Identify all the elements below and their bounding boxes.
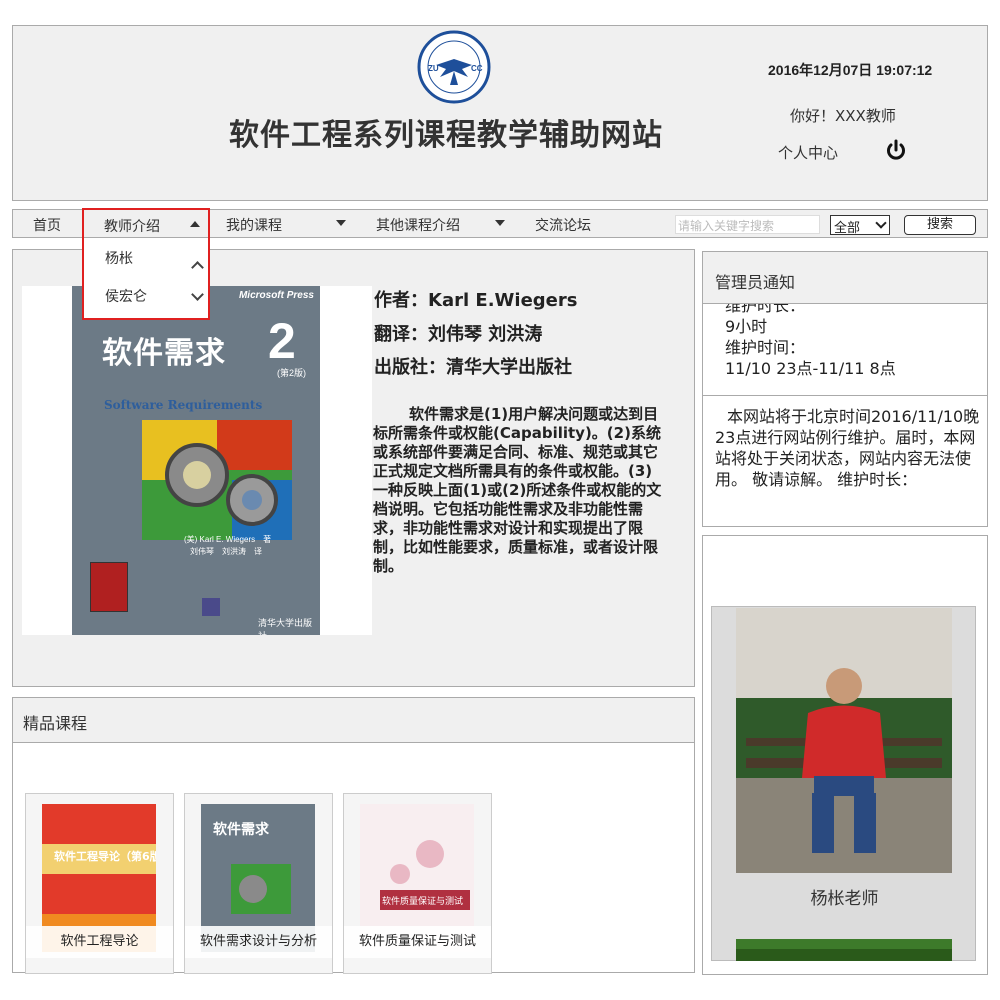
nav-home[interactable]: 首页 xyxy=(33,215,61,235)
logo-text-left: ZU xyxy=(428,64,439,73)
search-scope-select[interactable]: 全部 xyxy=(830,215,890,236)
search-input[interactable]: 请输入关键字搜索 xyxy=(675,215,820,234)
current-datetime: 2016年12月07日 19:07:12 xyxy=(768,62,933,78)
publisher-logo-icon xyxy=(202,598,220,616)
cover-edition-number: 2 xyxy=(268,313,296,369)
nav-my-courses[interactable]: 我的课程 xyxy=(226,215,282,235)
logo-text-right: CC xyxy=(471,64,483,73)
nav-teachers[interactable]: 教师介绍 xyxy=(84,210,208,239)
caret-down-icon[interactable] xyxy=(495,220,505,226)
award-badge-icon xyxy=(90,562,128,612)
featured-courses-title: 精品课程 xyxy=(23,714,88,733)
dropdown-item-teacher[interactable]: 杨枨 xyxy=(105,248,133,268)
course-cover-title: 软件工程导论（第6版） xyxy=(54,849,156,863)
book-publisher: 出版社：清华大学出版社 xyxy=(374,357,572,378)
cover-brand: Microsoft Press xyxy=(238,290,314,301)
nav-teachers-label: 教师介绍 xyxy=(104,219,160,235)
notice-line: 11/10 23点-11/11 8点 xyxy=(725,359,896,378)
notice-body: 本网站将于北京时间2016/11/10晚23点进行网站例行维护。届时，本网站将处… xyxy=(715,407,980,489)
caret-down-icon[interactable] xyxy=(336,220,346,226)
course-cover-title: 软件质量保证与测试 xyxy=(382,895,463,907)
book-cover-image[interactable]: Microsoft Press 软件需求 2 (第2版) Software Re… xyxy=(72,286,320,635)
book-translator: 翻译：刘伟琴 刘洪涛 xyxy=(374,324,543,345)
teacher-card[interactable]: 杨枨老师 xyxy=(711,606,976,961)
site-header: ZU CC 软件工程系列课程教学辅助网站 2016年12月07日 19:07:1… xyxy=(12,25,988,201)
cover-title: 软件需求 xyxy=(102,336,226,371)
nav-other-courses[interactable]: 其他课程介绍 xyxy=(376,215,460,235)
teacher-photo-next xyxy=(736,939,952,961)
power-icon[interactable] xyxy=(885,139,907,161)
user-greeting: 你好！XXX教师 xyxy=(790,107,896,125)
cover-translators: 刘伟琴 刘洪涛 译 xyxy=(190,547,262,556)
admin-notice-header: 管理员通知 xyxy=(703,252,987,304)
gears-illustration xyxy=(142,420,292,540)
cover-subtitle: Software Requirements xyxy=(104,398,263,412)
site-title: 软件工程系列课程教学辅助网站 xyxy=(229,118,663,153)
teacher-photo xyxy=(736,608,952,873)
nav-forum[interactable]: 交流论坛 xyxy=(535,215,591,235)
course-card[interactable]: 软件工程导论（第6版） 软件工程导论 xyxy=(25,793,174,974)
teachers-dropdown[interactable]: 教师介绍 杨枨 侯宏仑 xyxy=(82,208,210,320)
course-name: 软件需求设计与分析 xyxy=(185,926,332,958)
teacher-showcase-panel: 杨枨老师 xyxy=(702,535,988,975)
university-logo: ZU CC xyxy=(417,30,491,104)
caret-up-icon[interactable] xyxy=(190,221,200,227)
chevron-down-icon[interactable] xyxy=(191,288,204,301)
search-button[interactable]: 搜索 xyxy=(904,215,976,235)
search-scope-value: 全部 xyxy=(834,221,861,236)
teacher-name: 杨枨老师 xyxy=(810,889,879,909)
book-description: 软件需求是(1)用户解决问题或达到目标所需条件或权能(Capability)。(… xyxy=(373,405,662,575)
course-card[interactable]: 软件需求 软件需求设计与分析 xyxy=(184,793,333,974)
book-author: 作者：Karl E.Wiegers xyxy=(374,290,578,311)
cover-edition-label: (第2版) xyxy=(277,368,306,378)
book-cover-frame: Microsoft Press 软件需求 2 (第2版) Software Re… xyxy=(22,286,372,635)
personal-center-link[interactable]: 个人中心 xyxy=(778,142,838,163)
cover-author: (美) Karl E. Wiegers 著 xyxy=(184,535,272,544)
course-name: 软件工程导论 xyxy=(26,926,173,958)
course-card[interactable]: 软件质量保证与测试 软件质量保证与测试 xyxy=(343,793,492,974)
dropdown-item-teacher[interactable]: 侯宏仑 xyxy=(105,286,147,306)
admin-notice-panel: 管理员通知 维护时长： 9小时 维护时间： 11/10 23点-11/11 8点… xyxy=(702,251,988,527)
notice-scroll-area[interactable]: 维护时长： 9小时 维护时间： 11/10 23点-11/11 8点 xyxy=(703,304,987,396)
teachers-dropdown-list: 杨枨 侯宏仑 xyxy=(84,240,208,318)
featured-courses-header: 精品课程 xyxy=(13,698,694,743)
featured-courses-panel: 精品课程 软件工程导论（第6版） 软件工程导论 软件需求 软件需求设计与分析 软… xyxy=(12,697,695,974)
course-name: 软件质量保证与测试 xyxy=(344,926,491,958)
course-cover-title: 软件需求 xyxy=(213,821,270,838)
cover-publisher: 清华大学出版社 xyxy=(258,618,313,635)
chevron-up-icon[interactable] xyxy=(191,261,204,274)
admin-notice-title: 管理员通知 xyxy=(715,273,796,292)
chevron-down-icon xyxy=(875,217,887,229)
